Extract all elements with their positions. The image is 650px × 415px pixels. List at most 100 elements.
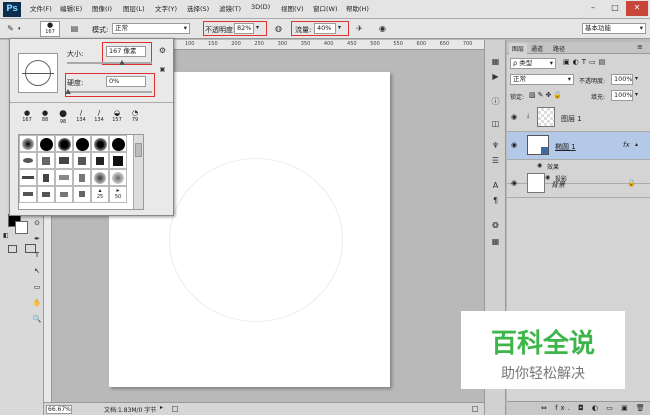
- blend-mode-select[interactable]: 正常 ▾: [510, 74, 574, 85]
- grid-icon[interactable]: ▦: [489, 236, 502, 249]
- layer-row[interactable]: ◉ ⤓ 图层 1: [507, 104, 650, 132]
- brush-preset-item[interactable]: [37, 186, 55, 203]
- panel-menu-icon[interactable]: ≡: [637, 43, 643, 51]
- menu-3d[interactable]: 3D(D): [251, 3, 270, 11]
- effects-eye-icon[interactable]: ◉: [537, 162, 542, 169]
- opacity-input[interactable]: 82%: [234, 23, 254, 34]
- play-actions-icon[interactable]: ▶: [489, 71, 502, 84]
- tab-paths[interactable]: 路径: [553, 44, 565, 53]
- layer-name[interactable]: 背景: [551, 180, 565, 190]
- brush-preset-item[interactable]: [73, 135, 91, 152]
- expand-effects-icon[interactable]: ▴: [635, 141, 638, 148]
- brush-preset-item[interactable]: [55, 135, 73, 152]
- brush-preset-item[interactable]: ● 88: [36, 109, 54, 123]
- menu-type[interactable]: 文字(Y): [155, 3, 177, 13]
- menu-image[interactable]: 图像(I): [92, 3, 112, 13]
- maximize-button[interactable]: □: [604, 1, 626, 16]
- zoom-field[interactable]: 66.67%: [46, 405, 72, 414]
- fx-badge[interactable]: fx: [623, 141, 630, 149]
- brush-preset-item[interactable]: [55, 186, 73, 203]
- menu-edit[interactable]: 编辑(E): [60, 3, 82, 13]
- hand-tool-icon[interactable]: ✋: [32, 298, 42, 308]
- menu-file[interactable]: 文件(F): [30, 3, 52, 13]
- brush-preset-item[interactable]: [37, 135, 55, 152]
- layer-opacity-input[interactable]: 100%: [611, 74, 633, 85]
- brush-preset-item[interactable]: [37, 152, 55, 169]
- visibility-eye-icon[interactable]: ◉: [511, 113, 517, 121]
- menu-layer[interactable]: 图层(L): [123, 3, 145, 13]
- brush-preset-item[interactable]: [37, 169, 55, 186]
- preset-scrollbar[interactable]: [133, 135, 143, 209]
- brush-preset-item[interactable]: [91, 169, 109, 186]
- path-select-tool-icon[interactable]: ↖: [32, 266, 42, 276]
- size-slider-track[interactable]: [67, 60, 152, 65]
- scroll-right-icon[interactable]: [472, 406, 478, 412]
- brush-preset-item[interactable]: ● 167: [18, 109, 36, 123]
- layer-action-icons[interactable]: ⇔ fx. ◘ ◐ ▭ ▣ 🗑: [541, 404, 648, 412]
- brush-preset-item[interactable]: [109, 169, 127, 186]
- layer-filter-select[interactable]: ρ 类型 ▾: [510, 58, 556, 69]
- layer-name[interactable]: 椭圆 1: [555, 142, 576, 152]
- lock-icons[interactable]: ▨✎✥🔒: [529, 91, 564, 99]
- brush-preset-grid[interactable]: ▴ 25 ▸ 50: [18, 134, 144, 210]
- tab-channels[interactable]: 通道: [531, 44, 543, 53]
- new-preset-icon[interactable]: ▣: [156, 64, 169, 77]
- brush-panel-icon[interactable]: ♆: [489, 140, 502, 153]
- zoom-tool-icon[interactable]: 🔍: [32, 314, 42, 324]
- history-icon[interactable]: ▦: [489, 56, 502, 69]
- tab-layers[interactable]: 图层: [509, 43, 528, 54]
- brush-preset-item[interactable]: ◔ 79: [126, 109, 144, 123]
- visibility-eye-icon[interactable]: ◉: [511, 179, 517, 187]
- brush-preset-item[interactable]: /134: [72, 109, 90, 123]
- brush-preset-item[interactable]: ▸ 50: [109, 186, 127, 203]
- flow-input[interactable]: 40%: [314, 23, 336, 34]
- brush-preset-item[interactable]: /134: [90, 109, 108, 123]
- brush-preset-item[interactable]: [55, 152, 73, 169]
- dodge-tool-icon[interactable]: ⊙: [32, 218, 42, 228]
- brush-preset-item[interactable]: [55, 169, 73, 186]
- brush-preset-item[interactable]: [73, 169, 91, 186]
- fill-dropdown-icon[interactable]: ▾: [635, 91, 638, 98]
- close-button[interactable]: ✕: [626, 1, 648, 16]
- brush-preset-item[interactable]: [73, 152, 91, 169]
- menu-help[interactable]: 帮助(H): [346, 3, 369, 13]
- layer-row-selected[interactable]: ◉ 椭圆 1 fx ▴: [507, 132, 650, 160]
- brush-preset-item[interactable]: [19, 152, 37, 169]
- filter-icons[interactable]: ▣◐T▭▤: [563, 58, 608, 66]
- brush-preset-item[interactable]: ▴ 25: [91, 186, 109, 203]
- brush-preset-picker[interactable]: ● 167: [40, 21, 60, 37]
- layer-name[interactable]: 图层 1: [561, 114, 582, 124]
- brush-angle-preview[interactable]: [18, 53, 58, 93]
- scrollbar-thumb[interactable]: [135, 143, 142, 157]
- visibility-eye-icon[interactable]: ◉: [511, 141, 517, 149]
- pressure-opacity-icon[interactable]: ◍: [272, 23, 285, 36]
- pressure-size-icon[interactable]: ◉: [376, 23, 389, 36]
- mode-select[interactable]: 正常 ▾: [112, 23, 190, 34]
- quick-mask-icon[interactable]: [8, 245, 17, 253]
- paragraph-icon[interactable]: ¶: [489, 195, 502, 208]
- 3d-icon[interactable]: ❂: [489, 220, 502, 233]
- type-tool-icon[interactable]: T: [32, 250, 42, 260]
- layer-row[interactable]: ◉ 背景 🔒: [507, 170, 650, 198]
- brush-preset-item[interactable]: [19, 169, 37, 186]
- minimize-button[interactable]: –: [582, 1, 604, 16]
- menu-window[interactable]: 窗口(W): [313, 3, 338, 13]
- status-arrow-icon[interactable]: ▸: [160, 404, 163, 411]
- settings-gear-icon[interactable]: ⚙: [156, 45, 169, 58]
- character-icon[interactable]: A: [489, 180, 502, 193]
- brush-preset-item[interactable]: ◒ 157: [108, 109, 126, 123]
- flow-dropdown-icon[interactable]: ▾: [338, 24, 341, 31]
- menu-filter[interactable]: 滤镜(T): [219, 3, 241, 13]
- brush-preset-item[interactable]: [91, 152, 109, 169]
- scroll-left-icon[interactable]: [172, 406, 178, 412]
- menu-view[interactable]: 视图(V): [281, 3, 304, 13]
- brush-preset-item[interactable]: [19, 135, 37, 152]
- sliders-icon[interactable]: ☰: [489, 155, 502, 168]
- hardness-slider-thumb[interactable]: [65, 89, 71, 94]
- size-slider-thumb[interactable]: [119, 60, 125, 65]
- adjustments-icon[interactable]: ◫: [489, 118, 502, 131]
- brush-preset-item[interactable]: [109, 152, 127, 169]
- airbrush-icon[interactable]: ✈: [353, 23, 366, 36]
- brush-preset-item[interactable]: [91, 135, 109, 152]
- workspace-select[interactable]: 基本功能 ▾: [582, 23, 646, 34]
